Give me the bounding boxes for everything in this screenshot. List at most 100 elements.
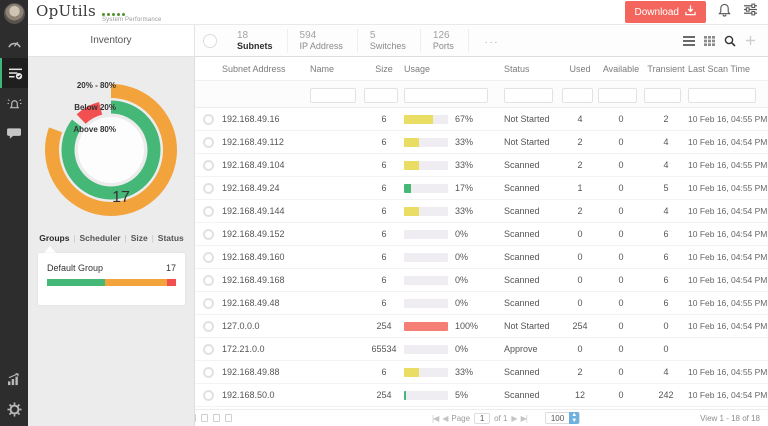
sidebar-item-reports[interactable] (0, 364, 28, 394)
row-radio[interactable] (203, 389, 214, 401)
cell-usage: 0% (404, 275, 504, 285)
grid-view-icon[interactable] (704, 35, 715, 46)
usage-bar (404, 183, 448, 193)
stats-more-button[interactable]: ... (469, 35, 515, 46)
stat-tab-switches[interactable]: 5 Switches (358, 28, 421, 53)
usage-bar (404, 321, 448, 331)
column-header-status[interactable]: Status (504, 64, 562, 74)
sidebar-item-alerts[interactable] (0, 88, 28, 118)
table-filter-row (195, 81, 768, 108)
panel-tab-scheduler[interactable]: Scheduler (80, 233, 121, 243)
row-radio[interactable] (203, 205, 214, 217)
search-icon[interactable] (724, 35, 736, 47)
column-header-usage[interactable]: Usage (404, 64, 504, 74)
cell-used: 0 (577, 229, 583, 239)
row-radio[interactable] (203, 297, 214, 309)
sidebar-item-inventory[interactable] (0, 58, 28, 88)
column-header-name[interactable]: Name (310, 64, 364, 74)
column-header-size[interactable]: Size (364, 64, 404, 74)
table-row[interactable]: 192.168.49.104 6 33% Scanned 2 0 4 10 Feb 16, 0… (195, 154, 768, 177)
next-page-icon[interactable]: ▶ (511, 414, 517, 423)
row-radio[interactable] (203, 343, 214, 355)
table-row[interactable]: 192.168.49.112 6 33% Not Started 2 0 4 10 Feb 1… (195, 131, 768, 154)
column-header-used[interactable]: Used (562, 64, 598, 74)
column-header-last_scan[interactable]: Last Scan Time (688, 64, 768, 74)
download-button[interactable]: Download (624, 1, 706, 23)
table-row[interactable]: 192.168.49.168 6 0% Scanned 0 0 6 10 Feb 16, 04… (195, 269, 768, 292)
table-row[interactable]: 192.168.49.160 6 0% Scanned 0 0 6 10 Feb 16, 04… (195, 246, 768, 269)
cell-used: 254 (572, 321, 588, 331)
cell-available: 0 (618, 252, 624, 262)
column-header-transient[interactable]: Transient (644, 64, 688, 74)
stat-tab-ip-address[interactable]: 594 IP Address (288, 28, 358, 53)
filter-input-status[interactable] (504, 87, 554, 103)
cell-transient: 6 (663, 252, 669, 262)
cell-used: 0 (577, 298, 583, 308)
user-avatar[interactable] (3, 3, 25, 24)
table-row[interactable]: 172.21.0.0 65534 0% Approve 0 0 0 (195, 338, 768, 361)
table-row[interactable]: 192.168.49.24 6 17% Scanned 1 0 5 10 Feb 16, 04… (195, 177, 768, 200)
usage-percent: 33% (455, 160, 474, 170)
add-icon[interactable] (745, 35, 756, 46)
row-radio[interactable] (203, 159, 214, 171)
group-row[interactable]: Default Group 17 (47, 263, 176, 273)
filter-input-size[interactable] (364, 87, 398, 103)
row-radio[interactable] (203, 274, 214, 286)
settings-sliders-icon[interactable] (743, 3, 758, 21)
table-row[interactable]: 192.168.49.48 6 0% Scanned 0 0 6 10 Feb 16, 04:… (195, 292, 768, 315)
sidebar-item-dashboard[interactable] (0, 28, 28, 58)
cell-status: Scanned (504, 367, 540, 377)
panel-tab-status[interactable]: Status (158, 233, 184, 243)
table-row[interactable]: 192.168.49.144 6 33% Scanned 2 0 4 10 Feb 16, 0… (195, 200, 768, 223)
export-icon-3[interactable] (213, 414, 220, 422)
page-number-input[interactable] (474, 412, 491, 424)
row-radio[interactable] (203, 320, 214, 332)
list-view-icon[interactable] (683, 35, 695, 46)
stat-label: Switches (369, 41, 406, 51)
panel-tab-groups[interactable]: Groups (39, 233, 69, 243)
stat-tab-subnets[interactable]: 18 Subnets (225, 28, 288, 53)
table-row[interactable]: 192.168.50.0 254 5% Scanned 12 0 242 10 Feb 16,… (195, 384, 768, 407)
export-icons (189, 414, 232, 422)
last-page-icon[interactable]: ▶| (521, 414, 528, 423)
app-logo: OpUtils (36, 1, 96, 20)
column-header-available[interactable]: Available (598, 64, 644, 74)
row-radio[interactable] (203, 251, 214, 263)
filter-input-transient[interactable] (644, 87, 682, 103)
filter-input-used[interactable] (562, 87, 593, 103)
stat-tab-ports[interactable]: 126 Ports (421, 28, 469, 53)
prev-page-icon[interactable]: ◀ (442, 414, 448, 423)
sidebar-item-chat[interactable] (0, 118, 28, 148)
table-row[interactable]: 192.168.49.16 6 67% Not Started 4 0 2 10 Feb 16… (195, 108, 768, 131)
export-icon-4[interactable] (225, 414, 232, 422)
usage-bar (404, 206, 448, 216)
row-radio[interactable] (203, 136, 214, 148)
cell-usage: 0% (404, 344, 504, 354)
first-page-icon[interactable]: |◀ (432, 414, 439, 423)
filter-input-available[interactable] (598, 87, 638, 103)
gauge-icon (7, 37, 22, 50)
table-row[interactable]: 192.168.49.152 6 0% Scanned 0 0 6 10 Feb 16, 04… (195, 223, 768, 246)
export-icon-2[interactable] (201, 414, 208, 422)
stats-radio[interactable] (203, 33, 217, 48)
sidebar-item-settings[interactable] (0, 394, 28, 424)
column-header-subnet[interactable]: Subnet Address (222, 64, 310, 74)
table-header-row: Subnet Address Name Size Usage Status Used Ava… (195, 57, 768, 81)
row-radio[interactable] (203, 182, 214, 194)
page-size-select[interactable]: 100 ▲ ▼ (544, 412, 581, 424)
table-row[interactable]: 127.0.0.0 254 100% Not Started 254 0 0 10 Feb 1… (195, 315, 768, 338)
filter-input-usage[interactable] (404, 87, 488, 103)
row-radio[interactable] (203, 113, 214, 125)
cell-size: 6 (381, 275, 387, 285)
cell-status: Scanned (504, 252, 540, 262)
panel-tab-size[interactable]: Size (131, 233, 148, 243)
filter-input-name[interactable] (310, 87, 356, 103)
filter-input-last_scan[interactable] (688, 87, 756, 103)
cell-size: 6 (381, 229, 387, 239)
cell-last-scan: 10 Feb 16, 04:54 PM (688, 229, 768, 239)
topbar-actions: Download (624, 1, 768, 23)
table-row[interactable]: 192.168.49.88 6 33% Scanned 2 0 4 10 Feb 16, 04… (195, 361, 768, 384)
row-radio[interactable] (203, 228, 214, 240)
notifications-bell-icon[interactable] (718, 3, 731, 22)
row-radio[interactable] (203, 366, 214, 378)
